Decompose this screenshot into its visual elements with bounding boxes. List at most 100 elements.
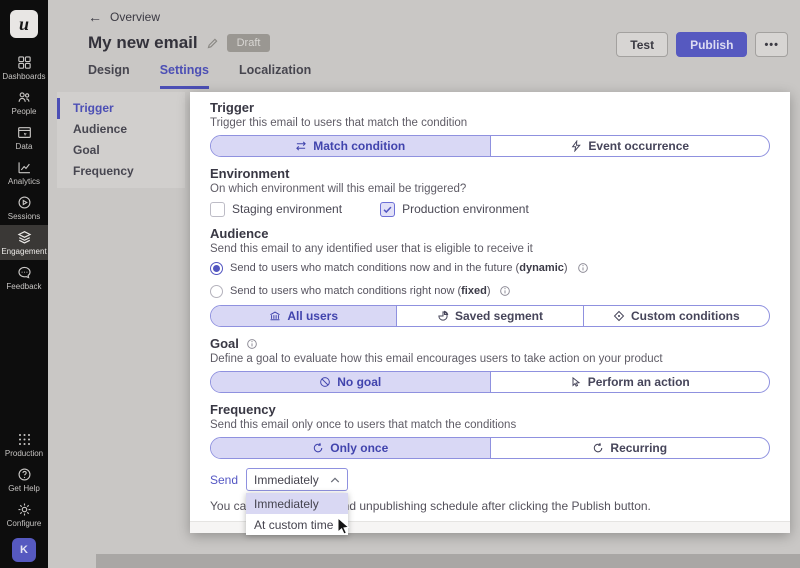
- analytics-icon: [17, 160, 32, 175]
- send-schedule-row: Send Immediately Immediately At custom t…: [210, 468, 770, 491]
- no-goal-option[interactable]: No goal: [211, 372, 490, 392]
- info-icon[interactable]: [499, 285, 511, 297]
- sidebar-item-label: People: [12, 107, 37, 116]
- perform-an-action-option[interactable]: Perform an action: [490, 372, 770, 392]
- sessions-icon: [17, 195, 32, 210]
- checkbox-unchecked: [210, 202, 225, 217]
- user-avatar[interactable]: K: [12, 538, 36, 562]
- goal-section-description: Define a goal to evaluate how this email…: [210, 352, 770, 366]
- environment-checkboxes: Staging environment Production environme…: [210, 201, 770, 217]
- no-goal-icon: [319, 376, 331, 388]
- sidebar-item-sessions[interactable]: Sessions: [0, 190, 48, 225]
- segment-label: Match condition: [313, 139, 405, 153]
- segment-label: Perform an action: [588, 375, 690, 389]
- help-icon: [17, 467, 32, 482]
- radio-unselected: [210, 285, 223, 298]
- sidebar-item-configure[interactable]: Configure: [0, 497, 48, 532]
- app-logo[interactable]: u: [10, 10, 38, 38]
- sidebar-item-people[interactable]: People: [0, 85, 48, 120]
- data-icon: [17, 125, 32, 140]
- frequency-section-title: Frequency: [210, 402, 770, 417]
- saved-segment-option[interactable]: Saved segment: [396, 306, 582, 326]
- logo-letter: u: [19, 14, 29, 35]
- info-icon[interactable]: [577, 262, 589, 274]
- more-options-button[interactable]: •••: [755, 32, 788, 57]
- back-label: Overview: [110, 10, 160, 24]
- checkbox-label: Staging environment: [232, 202, 342, 216]
- sidebar-item-label: Analytics: [8, 177, 40, 186]
- segment-label: Only once: [330, 441, 388, 455]
- dashboards-icon: [17, 55, 32, 70]
- environment-section-description: On which environment will this email be …: [210, 182, 770, 196]
- match-condition-option[interactable]: Match condition: [211, 136, 490, 156]
- dynamic-audience-radio[interactable]: Send to users who match conditions now a…: [210, 261, 770, 275]
- frequency-section-description: Send this email only once to users that …: [210, 418, 770, 432]
- info-icon[interactable]: [246, 338, 258, 350]
- trigger-section-description: Trigger this email to users that match t…: [210, 116, 770, 130]
- sidebar-item-production[interactable]: Production: [0, 427, 48, 462]
- settings-nav-frequency[interactable]: Frequency: [57, 161, 185, 182]
- people-icon: [17, 90, 32, 105]
- sidebar-item-dashboards[interactable]: Dashboards: [0, 50, 48, 85]
- settings-section-nav: Trigger Audience Goal Frequency: [57, 92, 185, 188]
- radio-label: Send to users who match conditions now a…: [230, 262, 568, 274]
- note-fragment: and unpublishing schedule after clicking…: [336, 499, 651, 513]
- main-area: ← Overview My new email Draft Test Publi…: [48, 0, 800, 568]
- rotate-once-icon: [312, 442, 324, 454]
- sidebar-bottom: Production Get Help Configure K: [0, 427, 48, 568]
- dropdown-option-at-custom-time[interactable]: At custom time: [246, 514, 348, 535]
- audience-section-title: Audience: [210, 226, 770, 241]
- gear-icon: [17, 502, 32, 517]
- segment-label: Custom conditions: [631, 309, 740, 323]
- event-occurrence-option[interactable]: Event occurrence: [490, 136, 770, 156]
- sidebar-item-label: Get Help: [8, 484, 40, 493]
- chevron-up-icon: [330, 475, 340, 485]
- sidebar-item-label: Feedback: [6, 282, 41, 291]
- sidebar-item-analytics[interactable]: Analytics: [0, 155, 48, 190]
- settings-nav-trigger[interactable]: Trigger: [57, 98, 185, 119]
- production-icon: [17, 432, 32, 447]
- goal-section-title: Goal: [210, 336, 770, 351]
- app-sidebar: u Dashboards People Data Analytics Sessi…: [0, 0, 48, 568]
- radio-label: Send to users who match conditions right…: [230, 285, 490, 297]
- sidebar-item-get-help[interactable]: Get Help: [0, 462, 48, 497]
- segment-label: Recurring: [610, 441, 667, 455]
- tab-settings[interactable]: Settings: [160, 63, 209, 89]
- publish-button[interactable]: Publish: [676, 32, 747, 57]
- send-dropdown-menu: Immediately At custom time: [246, 493, 348, 535]
- match-condition-icon: [295, 140, 307, 152]
- test-button[interactable]: Test: [616, 32, 668, 57]
- trigger-segmented-control: Match condition Event occurrence: [210, 135, 770, 157]
- recurring-option[interactable]: Recurring: [490, 438, 770, 458]
- settings-nav-goal[interactable]: Goal: [57, 140, 185, 161]
- page-title: My new email: [88, 33, 198, 53]
- segment-label: Event occurrence: [588, 139, 689, 153]
- header-actions: Test Publish •••: [616, 32, 788, 57]
- sidebar-item-engagement[interactable]: Engagement: [0, 225, 48, 260]
- frequency-segmented-control: Only once Recurring: [210, 437, 770, 459]
- dropdown-option-immediately[interactable]: Immediately: [246, 493, 348, 514]
- fixed-audience-radio[interactable]: Send to users who match conditions right…: [210, 284, 770, 298]
- staging-environment-checkbox[interactable]: Staging environment: [210, 202, 342, 217]
- sidebar-item-feedback[interactable]: Feedback: [0, 260, 48, 295]
- tab-design[interactable]: Design: [88, 63, 130, 89]
- edit-title-icon[interactable]: [206, 37, 219, 50]
- recurring-icon: [592, 442, 604, 454]
- goal-segmented-control: No goal Perform an action: [210, 371, 770, 393]
- settings-nav-audience[interactable]: Audience: [57, 119, 185, 140]
- back-to-overview[interactable]: ← Overview: [88, 10, 160, 24]
- audience-segmented-control: All users Saved segment Custom condition…: [210, 305, 770, 327]
- feedback-icon: [17, 265, 32, 280]
- send-select[interactable]: Immediately: [246, 468, 348, 491]
- sidebar-item-label: Dashboards: [2, 72, 45, 81]
- all-users-option[interactable]: All users: [211, 306, 396, 326]
- custom-conditions-option[interactable]: Custom conditions: [583, 306, 769, 326]
- only-once-option[interactable]: Only once: [211, 438, 490, 458]
- pointer-click-icon: [570, 376, 582, 388]
- app-screen: u Dashboards People Data Analytics Sessi…: [0, 0, 800, 568]
- sidebar-item-data[interactable]: Data: [0, 120, 48, 155]
- send-select-value: Immediately: [254, 473, 319, 487]
- production-environment-checkbox[interactable]: Production environment: [380, 202, 529, 217]
- sidebar-item-label: Production: [5, 449, 43, 458]
- tab-localization[interactable]: Localization: [239, 63, 311, 89]
